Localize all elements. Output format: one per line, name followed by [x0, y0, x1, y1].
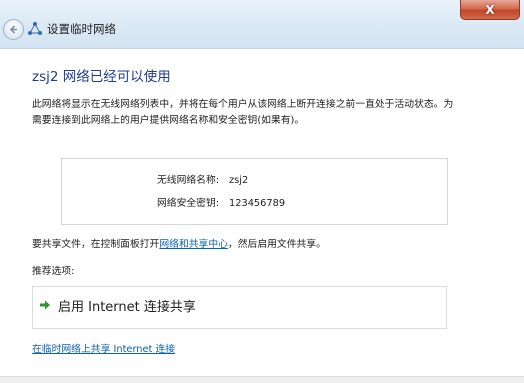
security-key-value: 123456789: [229, 198, 286, 209]
page-title: zsj2 网络已经可以使用: [32, 69, 171, 85]
share-note-after: ，然后启用文件共享。: [227, 239, 326, 250]
enable-ics-option[interactable]: 启用 Internet 连接共享: [32, 286, 447, 329]
share-internet-link[interactable]: 在临时网络上共享 Internet 连接: [32, 341, 175, 355]
green-arrow-icon: [40, 300, 50, 310]
share-note-before: 要共享文件，在控制面板打开: [32, 239, 160, 250]
description-text: 此网络将显示在无线网络列表中，并将在每个用户从该网络上断开连接之前一直处于活动状…: [32, 99, 454, 126]
network-info-box: 无线网络名称: zsj2 网络安全密钥: 123456789: [61, 158, 448, 225]
bottom-edge: [0, 376, 524, 383]
close-button[interactable]: X: [460, 0, 520, 20]
title-bar: 设置临时网络 X: [0, 0, 524, 49]
wizard-content: zsj2 网络已经可以使用 此网络将显示在无线网络列表中，并将在每个用户从该网络…: [0, 49, 524, 383]
network-sharing-center-link[interactable]: 网络和共享中心: [159, 239, 228, 250]
security-key-label: 网络安全密钥:: [157, 198, 220, 209]
back-arrow-icon: [9, 25, 17, 34]
network-icon: [28, 22, 42, 35]
window-title: 设置临时网络: [47, 22, 116, 36]
recommended-options-label: 推荐选项:: [32, 266, 75, 277]
enable-ics-label: 启用 Internet 连接共享: [58, 300, 196, 315]
close-icon: X: [485, 2, 495, 17]
network-name-value: zsj2: [229, 175, 249, 186]
network-name-row: 无线网络名称: zsj2: [157, 172, 248, 186]
back-button[interactable]: [3, 19, 24, 40]
network-name-label: 无线网络名称:: [157, 175, 220, 186]
file-sharing-note: 要共享文件，在控制面板打开网络和共享中心，然后启用文件共享。: [32, 236, 326, 250]
security-key-row: 网络安全密钥: 123456789: [157, 195, 285, 209]
